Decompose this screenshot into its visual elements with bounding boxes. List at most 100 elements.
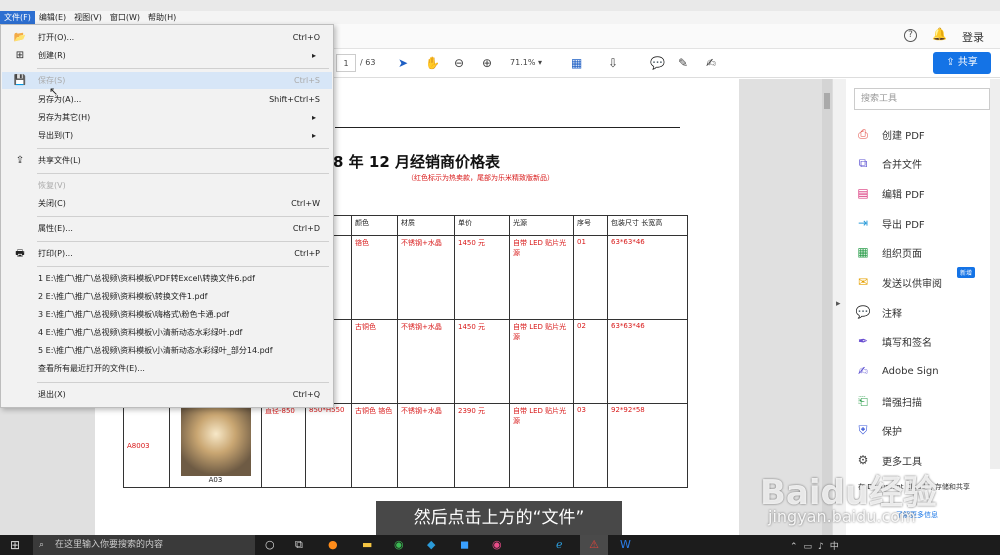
comment-icon[interactable]: 💬 [650,54,665,72]
menu-item-shortcut: Ctrl+D [292,224,320,233]
chevron-right-icon[interactable]: ▸ [836,299,841,309]
cell-seq: 01 [573,235,608,320]
wps-icon[interactable]: W [620,538,631,551]
recent-file-1[interactable]: 1 E:\推广\推广\总视频\资料模板\PDF转Excel\转换文件6.pdf [2,270,332,287]
menu-item-share-file[interactable]: ⇪ 共享文件(L) [2,152,332,169]
menu-item-exit[interactable]: 退出(X) Ctrl+Q [2,386,332,403]
scroll-mode-icon[interactable]: ⇩ [608,54,618,72]
cell-size: 直径-850 [261,403,306,488]
sign-icon[interactable]: ✍ [706,54,716,72]
send-review-icon: ✉ [857,275,869,289]
menu-item-shortcut: Ctrl+P [294,249,320,258]
menu-window[interactable]: 窗口(W) [106,11,144,24]
organize-pages-icon: ▦ [857,245,869,259]
cell-color: 古铜色 铬色 [351,403,398,488]
tool-organize-pages[interactable]: ▦ 组织页面 [854,241,922,263]
tool-label: 创建 PDF [882,130,925,142]
menu-item-shortcut: Ctrl+O [292,33,320,42]
menu-item-label: 关闭(C) [38,199,66,208]
login-link[interactable]: 登录 [962,29,984,45]
menu-item-label: 创建(R) [38,51,66,60]
chrome-icon[interactable]: ◉ [394,538,404,551]
cell-model: A8003 [123,403,170,488]
app-icon[interactable]: ◉ [492,538,502,551]
page-layout-icon[interactable]: ▦ [571,54,582,72]
menu-item-label: 打开(O)... [38,33,75,42]
menu-item-close[interactable]: 关闭(C) Ctrl+W [2,195,332,212]
app-icon[interactable]: ◼ [460,538,469,551]
ie-icon[interactable]: ℯ [556,538,563,551]
recent-file-2[interactable]: 2 E:\推广\推广\总视频\资料模板\转换文件1.pdf [2,288,332,305]
menu-item-shortcut: Ctrl+S [293,76,320,85]
menu-view[interactable]: 视图(V) [70,11,106,24]
tool-adobe-sign[interactable]: ✍ Adobe Sign [854,360,939,382]
menu-item-export-to[interactable]: 导出到(T) ▸ [2,127,332,144]
share-button[interactable]: ⇪ 共享 [933,52,991,74]
highlight-pen-icon[interactable]: ✎ [678,54,688,72]
printer-icon: 🖶 [15,248,25,259]
recent-file-label: 1 E:\推广\推广\总视频\资料模板\PDF转Excel\转换文件6.pdf [38,274,255,283]
cortana-icon[interactable]: ○ [265,538,275,551]
acrobat-taskbar-icon[interactable]: ⚠ [580,535,608,555]
menu-item-label: 共享文件(L) [38,156,81,165]
tool-export-pdf[interactable]: ⇥ 导出 PDF [854,212,925,234]
taskbar-search-input[interactable]: ⌕ 在这里输入你要搜索的内容 [33,535,255,555]
menu-file[interactable]: 文件(F) [0,11,35,24]
menu-item-shortcut: Ctrl+W [291,199,320,208]
tool-label: 编辑 PDF [882,189,925,201]
tool-fill-sign[interactable]: ✒ 填写和签名 [854,330,932,352]
select-arrow-icon[interactable]: ➤ [398,54,408,72]
menu-item-open[interactable]: 📂 打开(O)... Ctrl+O [2,29,332,46]
tool-create-pdf[interactable]: ⎙ 创建 PDF [854,123,925,145]
menu-item-print[interactable]: 🖶 打印(P)... Ctrl+P [2,245,332,262]
tools-panel-scrollbar[interactable] [990,79,1000,469]
task-view-icon[interactable]: ⧉ [295,538,303,552]
file-explorer-icon[interactable]: ▬ [362,538,372,551]
app-icon[interactable]: ◆ [427,538,435,551]
menu-separator [37,173,329,174]
tool-label: Adobe Sign [882,365,939,377]
tool-send-for-review[interactable]: ✉ 发送以供审阅 [854,271,942,293]
blank-icon [2,127,38,144]
search-icon: ⌕ [39,540,45,550]
menu-item-create[interactable]: ⊞ 创建(R) ▸ [2,47,332,64]
menu-item-label: 另存为其它(H) [38,113,91,122]
recent-file-3[interactable]: 3 E:\推广\推广\总视频\资料模板\嗨格式\粉色卡通.pdf [2,306,332,323]
zoom-out-icon[interactable]: ⊖ [454,54,464,72]
menu-item-label: 打印(P)... [38,249,73,258]
tool-label: 合并文件 [882,159,922,171]
recent-file-label: 5 E:\推广\推广\总视频\资料模板\小清新动态水彩绿叶_部分14.pdf [38,346,273,355]
tool-label: 组织页面 [882,248,922,260]
menu-item-save-as-other[interactable]: 另存为其它(H) ▸ [2,109,332,126]
help-icon[interactable]: ? [904,29,917,42]
recent-file-5[interactable]: 5 E:\推广\推广\总视频\资料模板\小清新动态水彩绿叶_部分14.pdf [2,342,332,359]
recent-file-4[interactable]: 4 E:\推广\推广\总视频\资料模板\小清新动态水彩绿叶.pdf [2,324,332,341]
menu-item-revert[interactable]: 恢复(V) [2,177,332,194]
tool-edit-pdf[interactable]: ▤ 编辑 PDF [854,182,925,204]
tool-protect[interactable]: ⛨ 保护 [854,419,902,441]
tool-enhance-scan[interactable]: ⎗ 增强扫描 [854,390,922,412]
taskbar-search-placeholder: 在这里输入你要搜索的内容 [55,540,164,550]
menu-item-properties[interactable]: 属性(E)... Ctrl+D [2,220,332,237]
menu-item-view-all-recent[interactable]: 查看所有最近打开的文件(E)... [2,360,332,377]
submenu-arrow-icon: ▸ [311,51,316,60]
zoom-select[interactable]: 71.1% ▾ [510,54,556,72]
scrollbar-thumb[interactable] [824,93,830,109]
zoom-in-icon[interactable]: ⊕ [482,54,492,72]
window-title-bar [0,0,1000,11]
page-number-input[interactable]: 1 [336,54,356,72]
hand-icon[interactable]: ✋ [425,54,440,72]
cell-price: 1450 元 [454,319,510,404]
windows-start-icon[interactable]: ⊞ [10,538,20,552]
blank-icon [2,91,38,108]
adobe-sign-icon: ✍ [857,364,869,378]
menu-edit[interactable]: 编辑(E) [35,11,70,24]
bell-icon[interactable]: 🔔 [932,27,947,41]
menu-item-save-as[interactable]: 另存为(A)... Shift+Ctrl+S [2,91,332,108]
menu-help[interactable]: 帮助(H) [144,11,180,24]
tool-combine-files[interactable]: ⧉ 合并文件 [854,152,922,174]
firefox-icon[interactable]: ● [328,538,338,551]
image-caption: A03 [208,476,223,484]
tools-search-input[interactable]: 搜索工具 [854,88,990,110]
tool-comment[interactable]: 💬 注释 [854,301,902,323]
